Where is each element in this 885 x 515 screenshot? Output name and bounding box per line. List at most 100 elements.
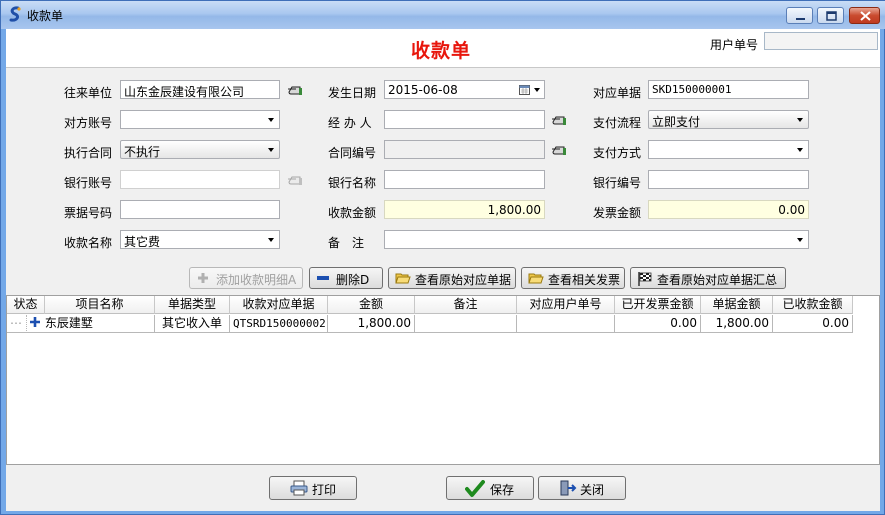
- col-header-received[interactable]: 已收款金额: [773, 296, 853, 314]
- receipt-name-combo[interactable]: 其它费: [120, 230, 280, 249]
- minimize-icon: [796, 18, 805, 20]
- row-invoiced-cell[interactable]: 0.00: [615, 315, 701, 333]
- bank-name-label: 银行名称: [328, 176, 377, 190]
- row-doc-type-cell[interactable]: 其它收入单: [155, 315, 230, 333]
- save-button[interactable]: 保存: [446, 476, 534, 500]
- pay-flow-label: 支付流程: [593, 116, 642, 130]
- user-no-label: 用户单号: [710, 38, 759, 52]
- window-title: 收款单: [27, 9, 64, 23]
- detail-grid[interactable]: 状态 项目名称 单据类型 收款对应单据 金额 备注 对应用户单号 已开发票金额 …: [6, 295, 880, 465]
- receipt-name-label: 收款名称: [64, 236, 113, 250]
- page-title: 收款单: [411, 40, 472, 62]
- exit-door-icon: [560, 480, 577, 496]
- chevron-down-icon[interactable]: [268, 238, 274, 242]
- row-received-cell[interactable]: 0.00: [773, 315, 853, 333]
- pay-method-combo[interactable]: [648, 140, 809, 159]
- ticket-no-field[interactable]: [120, 200, 280, 219]
- minimize-button[interactable]: [786, 7, 813, 24]
- hand-pointer-icon[interactable]: [551, 115, 567, 127]
- chevron-down-icon[interactable]: [268, 148, 274, 152]
- delete-button[interactable]: 删除D: [309, 267, 383, 289]
- view-summary-button[interactable]: 查看原始对应单据汇总: [630, 267, 786, 289]
- chevron-down-icon[interactable]: [797, 238, 803, 242]
- row-user-no-cell[interactable]: [517, 315, 615, 333]
- app-window: 收款单 收款单 用户单号 往来单位 山东金辰建设有限公司 发生日期 2015-0…: [0, 0, 885, 515]
- col-header-amount[interactable]: 金额: [328, 296, 415, 314]
- date-field[interactable]: 2015-06-08: [384, 80, 545, 99]
- bank-account-label: 银行账号: [64, 176, 113, 190]
- close-button[interactable]: 关闭: [538, 476, 626, 500]
- checkered-flag-icon: [638, 272, 652, 286]
- view-invoice-button[interactable]: 查看相关发票: [521, 267, 625, 289]
- bank-account-field[interactable]: [120, 170, 280, 189]
- account-combo[interactable]: [120, 110, 280, 129]
- chevron-down-icon[interactable]: [797, 118, 803, 122]
- row-amount-cell[interactable]: 1,800.00: [328, 315, 415, 333]
- chevron-down-icon[interactable]: [534, 88, 540, 92]
- ticket-no-label: 票据号码: [64, 206, 113, 220]
- col-header-user-no[interactable]: 对应用户单号: [517, 296, 615, 314]
- col-header-invoiced[interactable]: 已开发票金额: [615, 296, 701, 314]
- remark-label: 备 注: [328, 236, 365, 250]
- col-header-project[interactable]: 项目名称: [45, 296, 155, 314]
- handler-label: 经 办 人: [328, 116, 372, 130]
- col-header-ref-doc[interactable]: 收款对应单据: [230, 296, 328, 314]
- amount-field[interactable]: 1,800.00: [384, 200, 545, 219]
- invoice-amount-label: 发票金额: [593, 206, 642, 220]
- col-header-doc-type[interactable]: 单据类型: [155, 296, 230, 314]
- bank-code-field[interactable]: [648, 170, 809, 189]
- add-detail-button[interactable]: 添加收款明细A: [189, 267, 303, 289]
- tree-dots-icon: ⋯: [10, 316, 22, 330]
- minus-icon: [317, 276, 329, 280]
- receipt-form: 往来单位 山东金辰建设有限公司 发生日期 2015-06-08 对应单据 SKD…: [6, 69, 880, 295]
- hand-pointer-icon[interactable]: [551, 145, 567, 157]
- plus-icon: [198, 273, 208, 283]
- footer-bar: 打印 保存 关闭: [6, 466, 880, 511]
- row-status-cell[interactable]: ⋯: [7, 315, 27, 333]
- close-window-button[interactable]: [849, 7, 880, 24]
- title-bar[interactable]: 收款单: [1, 1, 885, 29]
- col-header-remark[interactable]: 备注: [415, 296, 517, 314]
- print-button[interactable]: 打印: [269, 476, 357, 500]
- form-header: 收款单 用户单号: [6, 29, 880, 68]
- contract-no-field[interactable]: [384, 140, 545, 159]
- view-origin-doc-button[interactable]: 查看原始对应单据: [388, 267, 516, 289]
- app-logo-icon: [9, 6, 21, 22]
- close-icon: [860, 11, 871, 21]
- ref-doc-field[interactable]: SKD150000001: [648, 80, 809, 99]
- pay-flow-combo[interactable]: 立即支付: [648, 110, 809, 129]
- remark-combo[interactable]: [384, 230, 809, 249]
- maximize-button[interactable]: [817, 7, 844, 24]
- bank-name-field[interactable]: [384, 170, 545, 189]
- row-doc-amount-cell[interactable]: 1,800.00: [701, 315, 773, 333]
- date-label: 发生日期: [328, 86, 377, 100]
- calendar-icon[interactable]: [519, 84, 531, 96]
- restore-icon: [826, 11, 837, 21]
- hand-pointer-icon[interactable]: [287, 175, 303, 187]
- amount-label: 收款金额: [328, 206, 377, 220]
- printer-icon: [290, 480, 308, 496]
- chevron-down-icon[interactable]: [268, 118, 274, 122]
- grid-header: 状态 项目名称 单据类型 收款对应单据 金额 备注 对应用户单号 已开发票金额 …: [7, 296, 853, 314]
- row-ref-doc-cell[interactable]: QTSRD150000002: [230, 315, 328, 333]
- partner-field[interactable]: 山东金辰建设有限公司: [120, 80, 280, 99]
- col-header-status[interactable]: 状态: [7, 296, 45, 314]
- folder-open-icon: [528, 273, 544, 284]
- account-label: 对方账号: [64, 116, 113, 130]
- table-row[interactable]: ⋯ 东辰建墅 其它收入单 QTSRD150000002 1,800.00 0.0…: [7, 315, 853, 333]
- user-no-input[interactable]: [764, 32, 878, 50]
- bank-code-label: 银行编号: [593, 176, 642, 190]
- contract-label: 执行合同: [64, 146, 113, 160]
- hand-pointer-icon[interactable]: [287, 85, 303, 97]
- col-header-doc-amount[interactable]: 单据金额: [701, 296, 773, 314]
- contract-combo[interactable]: 不执行: [120, 140, 280, 159]
- row-project-cell[interactable]: 东辰建墅: [27, 315, 155, 333]
- chevron-down-icon[interactable]: [797, 148, 803, 152]
- client-area: 收款单 用户单号 往来单位 山东金辰建设有限公司 发生日期 2015-06-08…: [6, 29, 880, 511]
- plus-icon[interactable]: [29, 316, 41, 328]
- folder-open-icon: [395, 273, 411, 284]
- partner-label: 往来单位: [64, 86, 113, 100]
- invoice-amount-field[interactable]: 0.00: [648, 200, 809, 219]
- row-remark-cell[interactable]: [415, 315, 517, 333]
- handler-field[interactable]: [384, 110, 545, 129]
